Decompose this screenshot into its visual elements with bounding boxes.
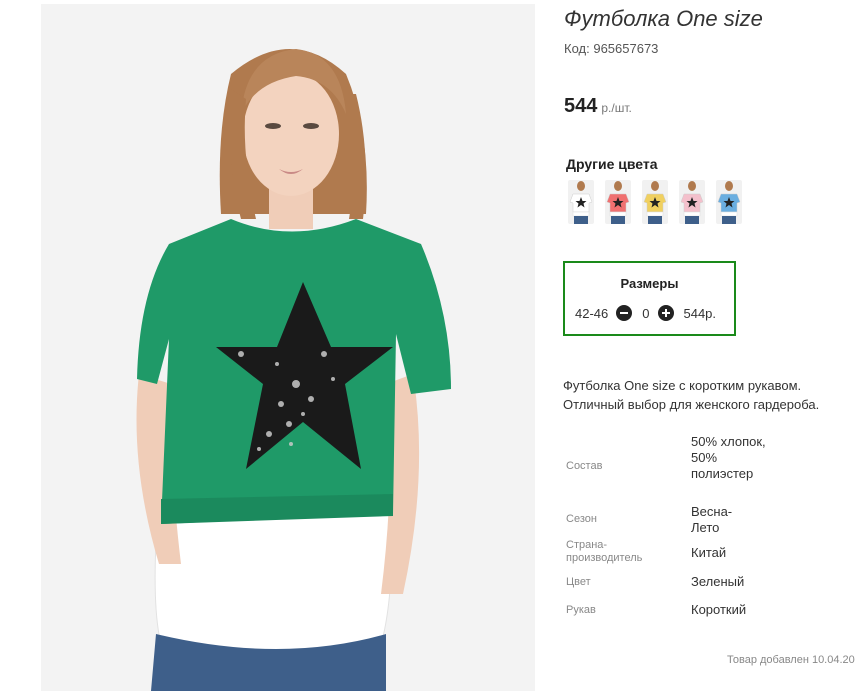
product-code-label: Код:: [564, 41, 590, 56]
product-description: Футболка One size с коротким рукавом. От…: [563, 378, 820, 412]
attribute-key: Состав: [566, 460, 603, 472]
size-row: 42-46 0 544р.: [575, 305, 716, 321]
swatch-thumbnail: [606, 181, 630, 224]
attribute-value: Весна-Лето: [691, 504, 733, 535]
color-swatch[interactable]: [716, 180, 742, 224]
attribute-value: 50% хлопок, 50% полиэстер: [691, 434, 766, 481]
increase-quantity-button[interactable]: [658, 305, 675, 321]
other-colors-title: Другие цвета: [566, 156, 658, 172]
attribute-key: Рукав: [566, 604, 596, 616]
model-illustration: [41, 4, 535, 691]
product-price: 544 р./шт.: [564, 95, 632, 118]
plus-icon: [662, 309, 671, 317]
quantity-value[interactable]: 0: [642, 306, 649, 321]
swatch-thumbnail: [569, 181, 593, 224]
size-price: 544р.: [683, 305, 717, 321]
attribute-key: Страна-производитель: [566, 539, 643, 564]
swatch-thumbnail: [717, 181, 741, 224]
decrease-quantity-button[interactable]: [616, 305, 633, 321]
other-colors-list: [568, 180, 742, 224]
product-code: Код: 965657673: [564, 41, 658, 56]
color-swatch[interactable]: [642, 180, 668, 224]
color-swatch[interactable]: [568, 180, 594, 224]
attribute-key: Сезон: [566, 513, 597, 525]
swatch-thumbnail: [643, 181, 667, 224]
attribute-value: Китай: [691, 545, 727, 560]
price-amount: 544: [564, 95, 598, 117]
minus-icon: [620, 312, 629, 314]
color-swatch[interactable]: [679, 180, 705, 224]
attribute-value: Зеленый: [691, 574, 745, 589]
sizes-title: Размеры: [620, 276, 679, 291]
added-date: Товар добавлен 10.04.20: [727, 654, 855, 666]
attribute-value: Короткий: [691, 602, 747, 617]
swatch-thumbnail: [680, 181, 704, 224]
sizes-box: Размеры 42-46 0 544р.: [563, 261, 736, 336]
price-unit: р./шт.: [601, 101, 632, 115]
color-swatch[interactable]: [605, 180, 631, 224]
product-code-value: 965657673: [593, 41, 659, 56]
size-label: 42-46: [575, 305, 609, 321]
attribute-key: Цвет: [566, 576, 591, 588]
product-title: Футболка One size: [564, 6, 763, 31]
product-photo[interactable]: [41, 4, 535, 691]
